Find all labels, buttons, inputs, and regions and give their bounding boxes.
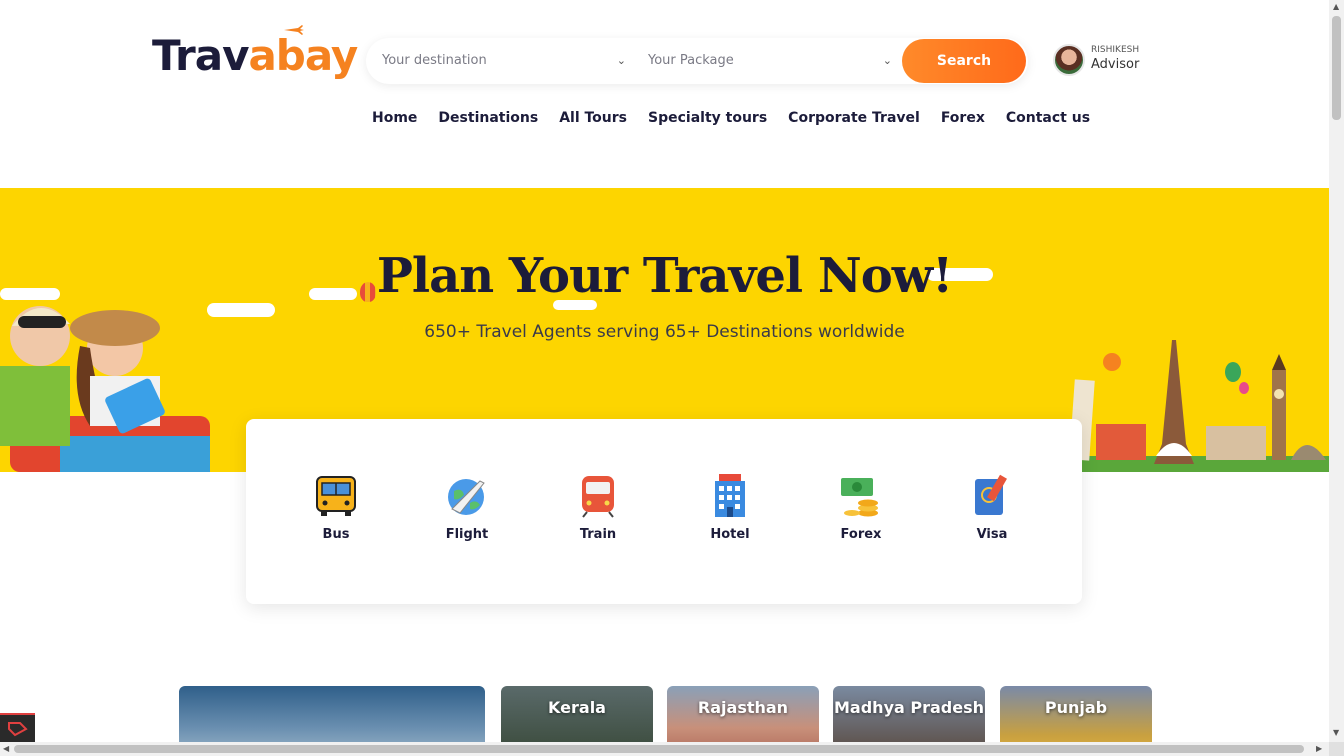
bus-icon [316, 476, 356, 516]
logo-text-dark: Trav [152, 31, 249, 80]
forex-icon [841, 478, 878, 517]
page: Travabay Your destination ⌄ Your Package… [0, 0, 1344, 756]
destination-name: Kerala [548, 698, 606, 717]
destination-placeholder: Your destination [382, 53, 487, 68]
nav-destinations[interactable]: Destinations [438, 110, 538, 132]
search-bar: Your destination ⌄ Your Package ⌄ Search [366, 38, 1028, 84]
service-hotel[interactable]: Hotel [690, 473, 770, 542]
scroll-down-arrow-icon[interactable]: ▼ [1333, 728, 1339, 737]
nav-specialty-tours[interactable]: Specialty tours [648, 110, 767, 132]
vertical-scrollbar[interactable]: ▲ ▼ [1329, 0, 1344, 742]
service-bus[interactable]: Bus [296, 473, 376, 542]
logo-text-orange: abay [248, 31, 358, 80]
train-icon [582, 476, 614, 518]
service-label: Flight [445, 527, 489, 542]
service-visa[interactable]: Visa [952, 473, 1032, 542]
vertical-scroll-thumb[interactable] [1332, 16, 1341, 120]
package-placeholder: Your Package [648, 53, 734, 68]
nav-forex[interactable]: Forex [941, 110, 985, 132]
horizontal-scrollbar[interactable]: ◀ ▶ [0, 742, 1329, 756]
service-label: Bus [322, 527, 350, 542]
destination-name: Rajasthan [697, 698, 789, 717]
debug-toolbar-toggle[interactable] [0, 713, 35, 742]
advisor-role: Advisor [1091, 57, 1140, 72]
service-label: Train [579, 527, 617, 542]
chevron-down-icon: ⌄ [882, 54, 892, 67]
nav-contact-us[interactable]: Contact us [1006, 110, 1090, 132]
nav-home[interactable]: Home [372, 110, 417, 132]
horizontal-scroll-thumb[interactable] [14, 745, 1304, 753]
avatar [1053, 44, 1085, 76]
destination-select[interactable]: Your destination ⌄ [382, 38, 626, 84]
flight-icon [448, 479, 485, 515]
service-label: Forex [840, 527, 882, 542]
service-flight[interactable]: Flight [427, 473, 507, 542]
scrollbar-corner [1329, 742, 1344, 756]
main-nav: Home Destinations All Tours Specialty to… [372, 110, 1090, 132]
hotel-icon [715, 474, 745, 517]
destination-name: Punjab [1044, 698, 1108, 717]
travabay-logo[interactable]: Travabay [152, 25, 358, 82]
scroll-right-arrow-icon[interactable]: ▶ [1316, 744, 1322, 753]
chevron-down-icon: ⌄ [616, 54, 626, 67]
scroll-up-arrow-icon[interactable]: ▲ [1333, 2, 1339, 11]
services-card: Bus Flight Train Hotel Forex Visa [246, 419, 1082, 604]
service-train[interactable]: Train [558, 473, 638, 542]
service-label: Hotel [710, 527, 750, 542]
search-button[interactable]: Search [902, 39, 1026, 83]
travelers-illustration [0, 306, 210, 472]
advisor-name: RISHIKESH [1091, 45, 1140, 55]
debug-icon [8, 722, 28, 737]
service-forex[interactable]: Forex [821, 473, 901, 542]
advisor-profile[interactable]: RISHIKESH Advisor [1053, 44, 1163, 78]
scroll-left-arrow-icon[interactable]: ◀ [3, 744, 9, 753]
nav-all-tours[interactable]: All Tours [559, 110, 627, 132]
visa-icon [975, 474, 1007, 515]
service-label: Visa [976, 527, 1008, 542]
destination-name: Madhya Pradesh [834, 698, 984, 717]
plane-icon [284, 25, 304, 35]
nav-corporate-travel[interactable]: Corporate Travel [788, 110, 920, 132]
package-select[interactable]: Your Package ⌄ [648, 38, 892, 84]
